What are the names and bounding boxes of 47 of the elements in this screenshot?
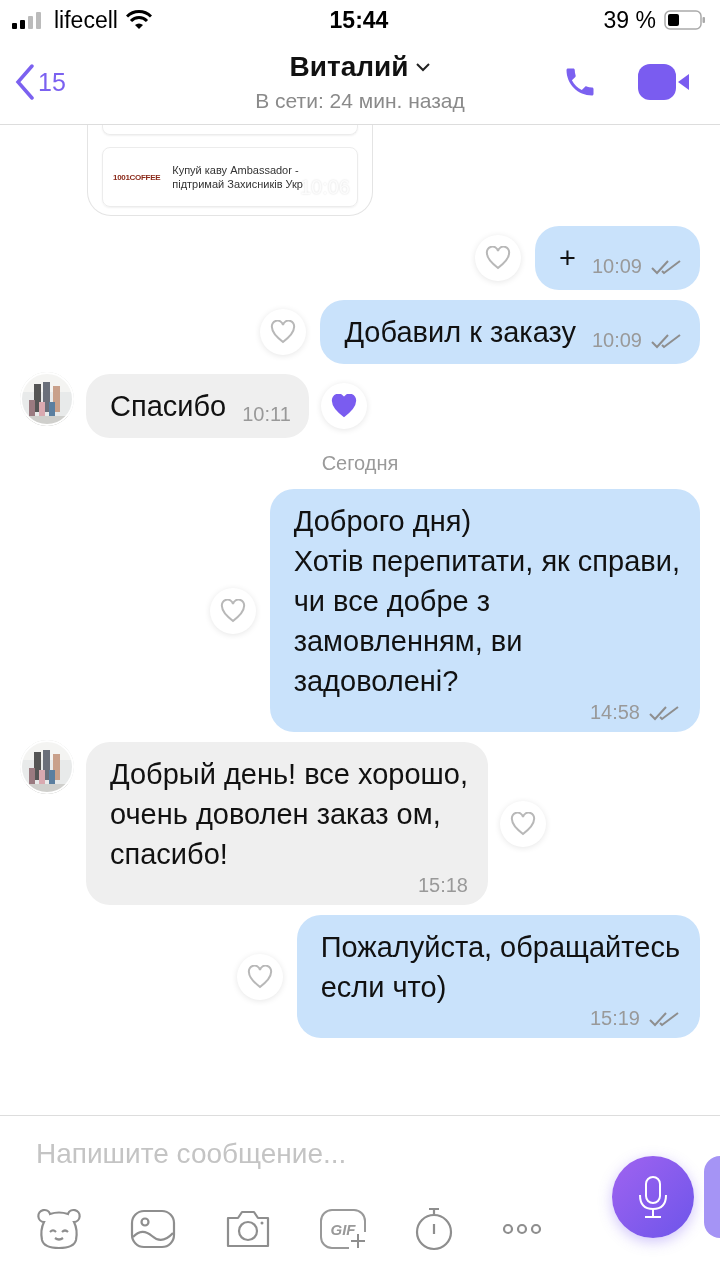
contact-name: Виталий xyxy=(289,51,409,83)
carrier-name: lifecell xyxy=(54,6,118,34)
message-text: Добавил к заказу xyxy=(344,315,576,350)
camera-button[interactable] xyxy=(224,1208,272,1250)
message-text: Пожалуйста, обращайтесь если что) xyxy=(320,930,680,1005)
message-text: Доброго дня) Хотів перепитати, як справи, чи все добре з замовленням, ви задоволені? xyxy=(293,504,680,699)
video-camera-icon xyxy=(638,64,690,100)
like-button[interactable] xyxy=(209,587,256,634)
message-time: 10:09 xyxy=(591,329,642,352)
like-button[interactable] xyxy=(500,800,546,847)
more-icon xyxy=(502,1223,542,1235)
message-text: Спасибо xyxy=(110,389,227,424)
message-time: 10:09 xyxy=(591,255,642,278)
battery-icon xyxy=(664,10,706,30)
message-time: 10:11 xyxy=(242,403,291,426)
microphone-icon xyxy=(636,1175,670,1219)
timer-button[interactable] xyxy=(414,1206,454,1252)
gif-button[interactable]: GIF xyxy=(320,1209,366,1249)
bear-face-icon xyxy=(36,1208,82,1250)
like-button[interactable] xyxy=(475,235,521,281)
like-button[interactable] xyxy=(236,953,283,1000)
more-button[interactable] xyxy=(502,1223,542,1235)
sticker-button[interactable] xyxy=(36,1208,82,1250)
like-button[interactable] xyxy=(260,309,307,355)
like-button[interactable] xyxy=(320,383,367,429)
wifi-icon xyxy=(125,10,152,30)
preview-text: Купуй каву Ambassador - підтримай Захисників Укр xyxy=(172,163,303,190)
gallery-button[interactable] xyxy=(130,1209,176,1249)
chevron-down-icon xyxy=(416,62,431,72)
message-time: 14:58 xyxy=(589,701,640,724)
message-time: 15:18 xyxy=(417,874,468,897)
last-seen-status: В сети: 24 мин. назад xyxy=(255,89,465,113)
battery-percent: 39 % xyxy=(603,6,656,34)
image-icon xyxy=(130,1209,176,1249)
stopwatch-icon xyxy=(414,1206,454,1252)
voice-message-button[interactable] xyxy=(612,1156,694,1238)
camera-icon xyxy=(224,1208,272,1250)
chevron-left-icon xyxy=(14,64,36,100)
message-time: 15:19 xyxy=(589,1007,640,1030)
video-call-button[interactable] xyxy=(638,64,690,100)
brand-logo: 1001COFFEE xyxy=(113,172,161,182)
back-button[interactable]: 15 xyxy=(14,64,134,100)
action-button[interactable] xyxy=(704,1156,720,1238)
message-text: + xyxy=(559,241,576,276)
message-text: Добрый день! все хорошо, очень доволен заказ ом, спасибо! xyxy=(110,757,468,872)
clock-time: 15:44 xyxy=(329,6,389,34)
date-separator: Сегодня xyxy=(321,452,399,475)
